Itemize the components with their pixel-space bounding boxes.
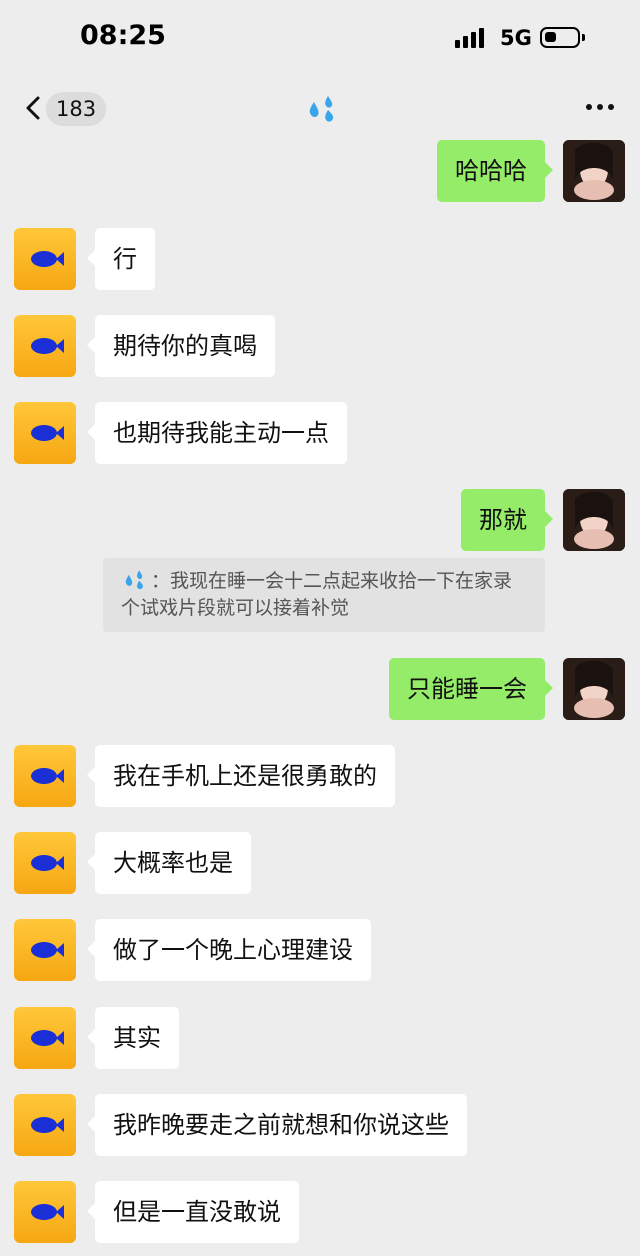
self-avatar[interactable] (563, 489, 625, 551)
message-bubble-contact[interactable]: 也期待我能主动一点 (87, 402, 347, 464)
fish-icon (31, 338, 64, 354)
fish-icon (31, 1117, 64, 1133)
quoted-message[interactable]: ：我现在睡一会十二点起来收拾一下在家录个试戏片段就可以接着补觉 (103, 558, 545, 632)
chat-header: 183 (0, 76, 640, 140)
self-avatar[interactable] (563, 140, 625, 202)
message-bubble-contact[interactable]: 期待你的真喝 (87, 315, 275, 377)
quote-prefix: ： (151, 570, 171, 592)
sweat-droplets-icon (125, 570, 143, 590)
fish-icon (31, 942, 64, 958)
fish-icon (31, 1030, 64, 1046)
message-bubble-self[interactable]: 哈哈哈 (437, 140, 553, 202)
fish-icon (31, 768, 64, 784)
signal-icon (455, 28, 484, 48)
fish-icon (31, 425, 64, 441)
message-bubble-contact[interactable]: 我在手机上还是很勇敢的 (87, 745, 395, 807)
contact-avatar[interactable] (14, 1181, 76, 1243)
message-bubble-contact[interactable]: 但是一直没敢说 (87, 1181, 299, 1243)
fish-icon (31, 855, 64, 871)
quote-text: 我现在睡一会十二点起来收拾一下在家录个试戏片段就可以接着补觉 (121, 570, 513, 619)
message-bubble-contact[interactable]: 大概率也是 (87, 832, 251, 894)
contact-avatar[interactable] (14, 919, 76, 981)
message-bubble-contact[interactable]: 其实 (87, 1007, 179, 1069)
message-bubble-contact[interactable]: 我昨晚要走之前就想和你说这些 (87, 1094, 467, 1156)
contact-avatar[interactable] (14, 402, 76, 464)
contact-avatar[interactable] (14, 315, 76, 377)
contact-avatar[interactable] (14, 1007, 76, 1069)
message-bubble-contact[interactable]: 行 (87, 228, 155, 290)
status-bar: 08:25 5G (0, 0, 640, 76)
self-avatar[interactable] (563, 658, 625, 720)
message-list: 哈哈哈 行 期待你的真喝 也期待我能主动一点 那就 ：我现在睡一会十二点起来收拾… (0, 140, 640, 1256)
network-label: 5G (500, 26, 532, 50)
unread-count-badge[interactable]: 183 (46, 92, 107, 126)
status-time: 08:25 (80, 20, 166, 51)
fish-icon (31, 251, 64, 267)
battery-icon (540, 27, 585, 48)
message-bubble-self[interactable]: 那就 (461, 489, 553, 551)
fish-icon (31, 1204, 64, 1220)
contact-avatar[interactable] (14, 832, 76, 894)
message-bubble-contact[interactable]: 做了一个晚上心理建设 (87, 919, 371, 981)
contact-avatar[interactable] (14, 228, 76, 290)
sweat-droplets-icon (309, 96, 334, 122)
contact-avatar[interactable] (14, 745, 76, 807)
message-bubble-self[interactable]: 只能睡一会 (389, 658, 553, 720)
more-icon[interactable] (586, 104, 614, 110)
contact-avatar[interactable] (14, 1094, 76, 1156)
